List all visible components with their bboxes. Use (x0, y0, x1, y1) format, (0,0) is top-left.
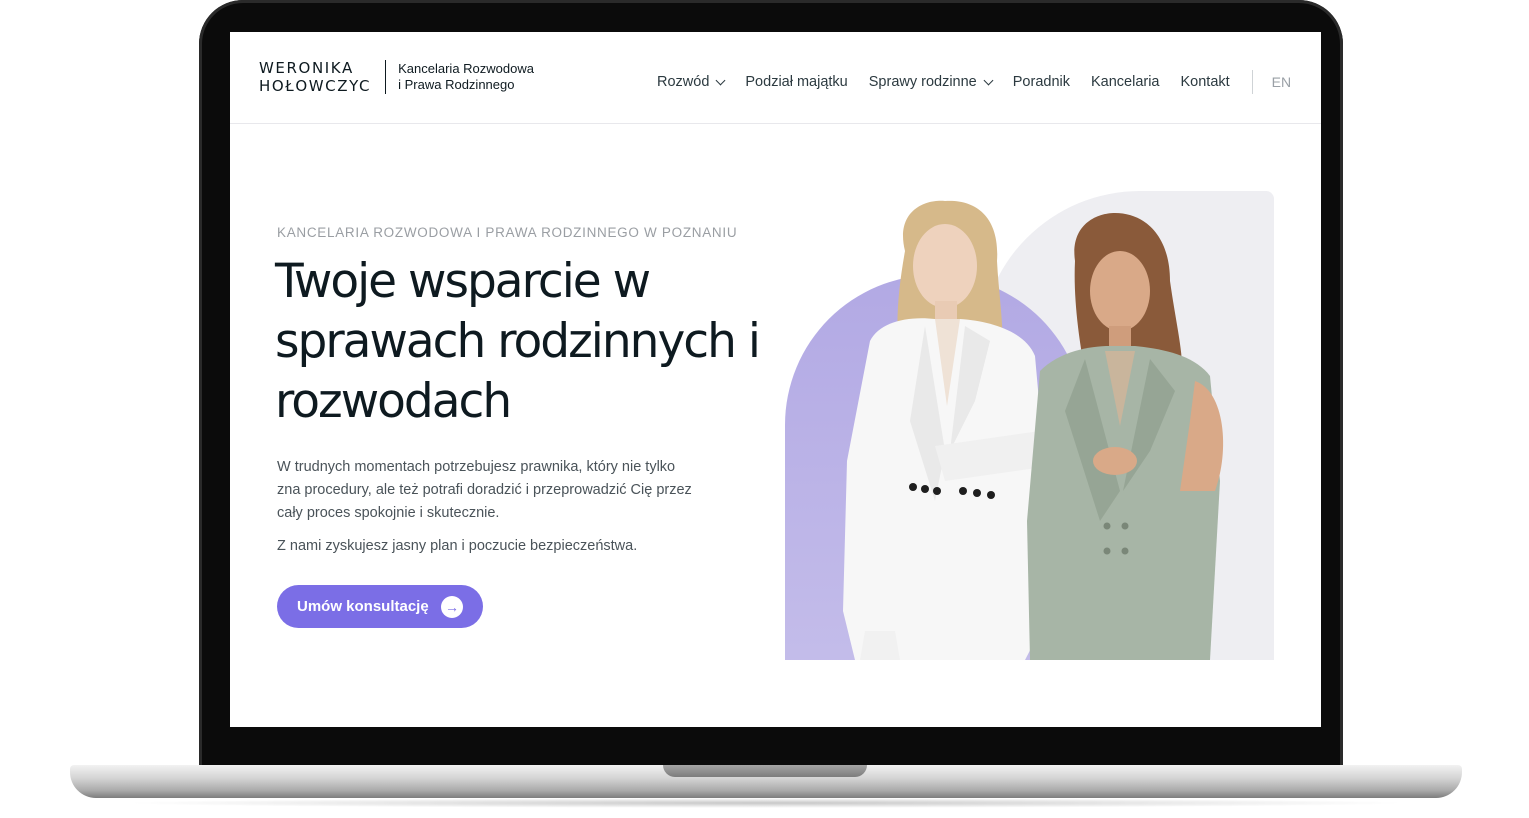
nav-item-label: Rozwód (657, 74, 710, 90)
nav-item-label: Kancelaria (1090, 74, 1160, 90)
hero-paragraph-secondary: Z nami zyskujesz jasny plan i poczucie b… (277, 538, 638, 554)
logo-divider (385, 60, 387, 94)
main-nav: Rozwód Podział majątku Sprawy rodzinne P… (657, 70, 1291, 94)
hero-paragraph: W trudnych momentach potrzebujesz prawni… (277, 459, 692, 521)
laptop-screen: WERONIKA HOŁOWCZYC Kancelaria Rozwodowa … (230, 32, 1321, 727)
logo-tagline-line2: i Prawa Rodzinnego (398, 77, 515, 92)
nav-item-rozwod[interactable]: Rozwód (657, 74, 726, 90)
lawyers-photo (843, 200, 1224, 660)
chevron-down-icon (715, 75, 726, 85)
nav-item-label: Podział majątku (745, 74, 848, 90)
chevron-down-icon (983, 75, 994, 85)
nav-item-label: Sprawy rodzinne (868, 74, 977, 90)
nav-item-kontakt[interactable]: Kontakt (1181, 74, 1230, 90)
logo-name-line2: HOŁOWCZYC (259, 77, 372, 95)
nav-item-kancelaria[interactable]: Kancelaria (1091, 74, 1160, 90)
nav-item-podzial-majatku[interactable]: Podział majątku (745, 74, 847, 90)
logo-tagline-line1: Kancelaria Rozwodowa (398, 61, 534, 76)
lawyer-left-figure (843, 200, 1050, 660)
lawyer-right-figure (1027, 213, 1224, 660)
logo-tagline: Kancelaria Rozwodowa i Prawa Rodzinnego (398, 61, 534, 93)
nav-divider (1251, 70, 1253, 94)
logo-name-line1: WERONIKA (259, 59, 354, 77)
language-switch[interactable]: EN (1272, 74, 1291, 90)
laptop-shadow (120, 798, 1412, 808)
nav-item-sprawy-rodzinne[interactable]: Sprawy rodzinne (868, 74, 994, 90)
nav-item-label: Poradnik (1012, 74, 1070, 90)
site-logo[interactable]: WERONIKA HOŁOWCZYC Kancelaria Rozwodowa … (259, 59, 534, 95)
nav-item-poradnik[interactable]: Poradnik (1013, 74, 1070, 90)
logo-name: WERONIKA HOŁOWCZYC (259, 59, 371, 95)
arrow-right-circle-icon: → (441, 596, 463, 618)
laptop-base-notch (663, 765, 867, 777)
hero-image (785, 191, 1274, 660)
book-consultation-button[interactable]: Umów konsultację → (277, 585, 483, 628)
book-consultation-label: Umów konsultację (297, 598, 429, 615)
nav-item-label: Kontakt (1180, 74, 1230, 90)
hero-eyebrow: KANCELARIA ROZWODOWA I PRAWA RODZINNEGO … (277, 225, 738, 240)
hero-title: Twoje wsparcie w sprawach rodzinnych i r… (275, 254, 761, 429)
site-header: WERONIKA HOŁOWCZYC Kancelaria Rozwodowa … (230, 32, 1321, 124)
